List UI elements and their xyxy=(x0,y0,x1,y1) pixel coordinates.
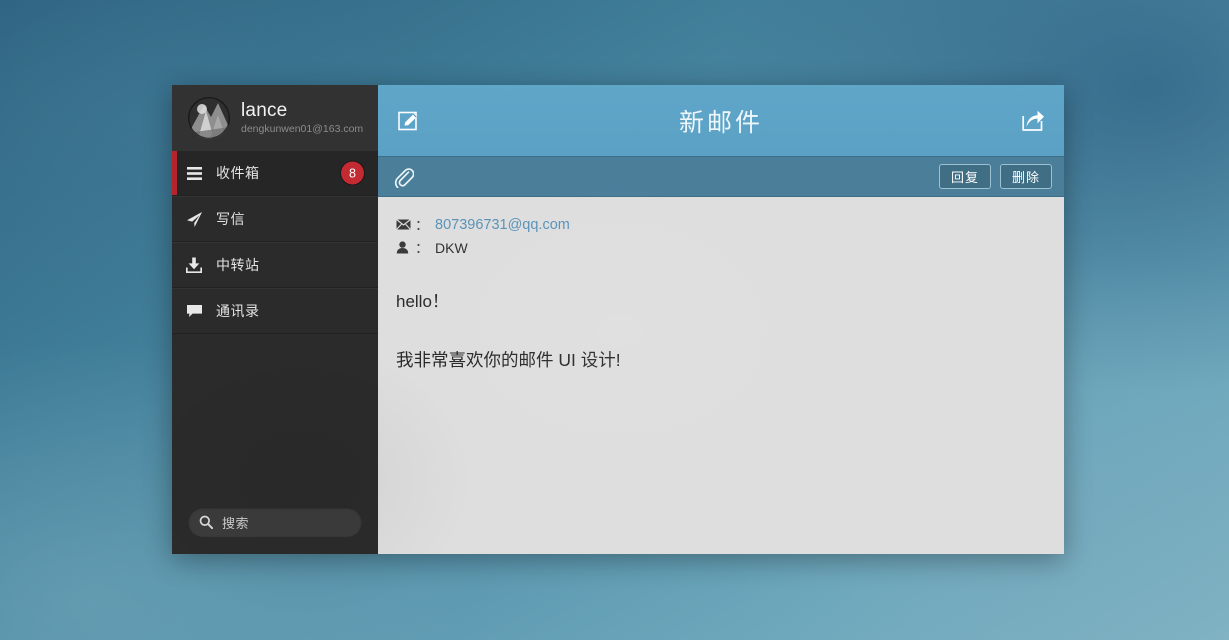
body-line-2: 我非常喜欢你的邮件 UI 设计! xyxy=(396,349,621,370)
sidebar: lance dengkunwen01@163.com 收件箱 8 写信 中转站 … xyxy=(172,85,378,554)
body-line-1: hello！ xyxy=(396,292,449,311)
profile-email: dengkunwen01@163.com xyxy=(241,122,364,135)
hamburger-icon xyxy=(172,166,216,180)
sidebar-item-label: 收件箱 xyxy=(216,165,260,181)
profile-header[interactable]: lance dengkunwen01@163.com xyxy=(172,85,378,150)
search-placeholder: 搜索 xyxy=(222,515,250,531)
download-icon xyxy=(172,257,216,273)
recipient-address[interactable]: 807396731@qq.com xyxy=(435,217,570,233)
reply-button[interactable]: 回复 xyxy=(939,164,991,189)
sender-row: ： DKW xyxy=(396,236,1064,259)
sidebar-item-label: 中转站 xyxy=(216,257,260,273)
chat-bubble-icon xyxy=(172,304,216,318)
app-header: 新邮件 xyxy=(378,85,1064,156)
compose-pencil-icon[interactable] xyxy=(394,106,424,136)
user-avatar-photo-icon xyxy=(188,96,230,139)
recipient-colon: ： xyxy=(415,216,429,233)
delete-button[interactable]: 删除 xyxy=(1000,164,1052,189)
sidebar-item-compose[interactable]: 写信 xyxy=(172,196,378,242)
paperclip-icon[interactable] xyxy=(394,166,414,188)
message-body: hello！ 我非常喜欢你的邮件 UI 设计! xyxy=(396,291,1064,373)
profile-text: lance dengkunwen01@163.com xyxy=(241,100,363,136)
message-toolbar: 回复 删除 xyxy=(378,156,1064,197)
sender-colon: ： xyxy=(415,239,429,256)
profile-name: lance xyxy=(241,99,288,121)
envelope-icon xyxy=(396,219,413,230)
search-container: 搜索 xyxy=(172,507,378,554)
paper-plane-icon xyxy=(172,211,216,228)
active-accent-bar xyxy=(172,151,177,195)
avatar[interactable] xyxy=(188,96,230,139)
message-content: ： 807396731@qq.com ： DKW hello！ 我非常喜欢你的邮… xyxy=(378,197,1064,554)
sender-name: DKW xyxy=(435,239,468,256)
sidebar-item-label: 写信 xyxy=(216,211,245,227)
sidebar-item-inbox[interactable]: 收件箱 8 xyxy=(172,150,378,196)
mail-app-window: lance dengkunwen01@163.com 收件箱 8 写信 中转站 … xyxy=(172,85,1064,554)
main-panel: 新邮件 回复 删除 ： 807396731@qq.com ： DKW hello… xyxy=(378,85,1064,554)
toolbar-actions: 回复 删除 xyxy=(939,164,1052,189)
person-icon xyxy=(396,241,413,254)
search-icon xyxy=(199,515,213,529)
sidebar-nav: 收件箱 8 写信 中转站 通讯录 xyxy=(172,150,378,334)
desktop-background: lance dengkunwen01@163.com 收件箱 8 写信 中转站 … xyxy=(0,0,1229,640)
search-input[interactable]: 搜索 xyxy=(188,507,362,537)
page-title: 新邮件 xyxy=(678,108,763,137)
recipient-row: ： 807396731@qq.com xyxy=(396,213,1064,236)
status-badge: 8 xyxy=(341,161,364,185)
sidebar-item-contacts[interactable]: 通讯录 xyxy=(172,288,378,334)
sidebar-item-label: 通讯录 xyxy=(216,303,260,319)
share-forward-icon[interactable] xyxy=(1018,106,1048,136)
sidebar-item-transfer[interactable]: 中转站 xyxy=(172,242,378,288)
